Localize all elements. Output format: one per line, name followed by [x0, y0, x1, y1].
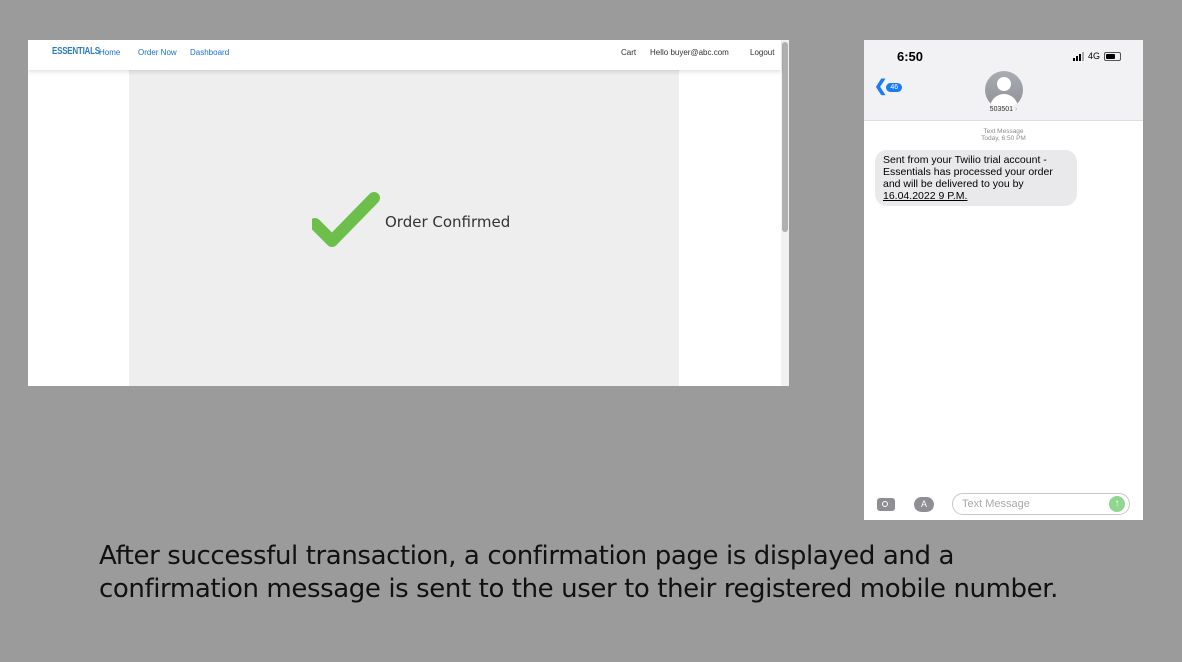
message-composer: A Text Message ↑ [864, 490, 1143, 520]
top-navbar: ESSENTIALS Home Order Now Dashboard Cart… [28, 40, 781, 70]
user-greeting: Hello buyer@abc.com [650, 48, 729, 57]
logout-link[interactable]: Logout [750, 48, 774, 57]
app-store-icon[interactable]: A [914, 497, 934, 512]
contact-number: 503501 [989, 106, 1014, 113]
message-meta: Text Message Today, 6:50 PM [864, 128, 1143, 142]
unread-count-badge: 46 [886, 82, 903, 92]
nav-home-link[interactable]: Home [99, 48, 120, 57]
message-type: Text Message [983, 128, 1024, 135]
message-timestamp: Today, 6:50 PM [981, 135, 1026, 142]
scrollbar-thumb[interactable] [782, 42, 788, 232]
contact-name[interactable]: 503501 › [864, 106, 1143, 113]
phone-screenshot: 6:50 4G ❮ 46 503501 › Text Message Today… [864, 40, 1143, 520]
nav-dashboard-link[interactable]: Dashboard [190, 48, 229, 57]
status-indicators: 4G [1072, 51, 1121, 61]
confirmation-panel: Order Confirmed [129, 70, 679, 386]
back-button[interactable]: ❮ 46 [874, 78, 903, 95]
slide-caption: After successful transaction, a confirma… [99, 541, 1058, 604]
order-confirmed-text: Order Confirmed [385, 213, 511, 231]
status-time: 6:50 [897, 49, 924, 64]
message-bubble[interactable]: Sent from your Twilio trial account - Es… [875, 150, 1077, 206]
nav-cart-link[interactable]: Cart [621, 48, 636, 57]
checkmark-icon [312, 192, 380, 247]
message-input-placeholder: Text Message [962, 498, 1030, 510]
signal-bars-icon [1072, 51, 1084, 61]
message-date-link[interactable]: 16.04.2022 9 P.M. [883, 190, 967, 202]
message-text: Sent from your Twilio trial account - Es… [883, 154, 1053, 190]
messages-header: 6:50 4G ❮ 46 503501 › [864, 40, 1143, 121]
message-input[interactable]: Text Message ↑ [952, 493, 1130, 515]
brand-logo[interactable]: ESSENTIALS [52, 46, 100, 57]
nav-order-now-link[interactable]: Order Now [138, 48, 177, 57]
chevron-left-icon: ❮ [874, 78, 888, 95]
camera-icon[interactable] [877, 498, 895, 511]
network-label: 4G [1087, 51, 1100, 61]
contact-avatar[interactable] [985, 71, 1023, 109]
send-arrow-icon[interactable]: ↑ [1109, 496, 1125, 512]
battery-icon [1104, 51, 1121, 61]
website-screenshot: ESSENTIALS Home Order Now Dashboard Cart… [28, 40, 789, 386]
